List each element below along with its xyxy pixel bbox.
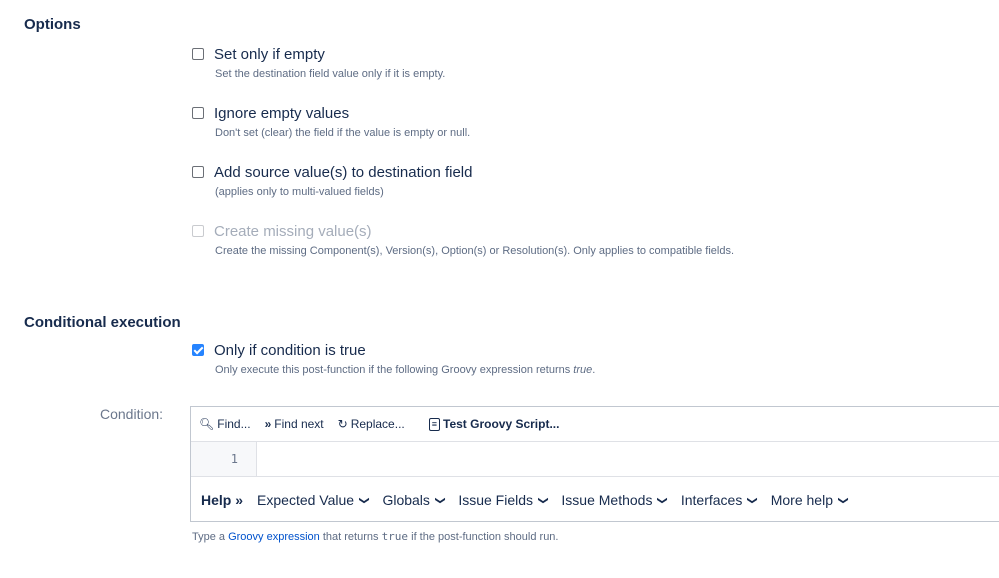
double-chevron-right-icon: » <box>264 417 272 431</box>
groovy-expression-link[interactable]: Groovy expression <box>228 531 320 543</box>
find-label: Find... <box>217 417 251 431</box>
add-source-values-label[interactable]: Add source value(s) to destination field <box>214 164 472 181</box>
set-only-if-empty-desc: Set the destination field value only if … <box>215 68 446 80</box>
set-only-if-empty-checkbox[interactable] <box>192 48 204 60</box>
replace-icon: ↻ <box>337 417 348 431</box>
interfaces-label: Interfaces <box>680 492 743 508</box>
interfaces-menu[interactable]: Interfaces ❯ <box>680 492 759 508</box>
editor-toolbar: 🔍︎ Find... » Find next ↻ Replace... ≡ Te… <box>191 407 999 442</box>
option-create-missing-values: Create missing value(s) Create the missi… <box>192 221 734 257</box>
create-missing-values-label: Create missing value(s) <box>214 222 372 240</box>
set-only-if-empty-label[interactable]: Set only if empty <box>214 46 325 63</box>
option-only-if-condition: Only if condition is true Only execute t… <box>192 340 595 376</box>
search-icon: 🔍︎ <box>199 417 215 431</box>
condition-help-text: Type a Groovy expression that returns tr… <box>192 530 559 543</box>
create-missing-values-desc: Create the missing Component(s), Version… <box>215 245 735 257</box>
help-label: Help <box>201 492 232 508</box>
desc-suffix: . <box>592 364 596 376</box>
only-if-condition-label[interactable]: Only if condition is true <box>214 342 366 359</box>
footnote-middle: that returns <box>319 531 382 543</box>
conditional-execution-title: Conditional execution <box>24 314 181 331</box>
chevron-down-icon: ❯ <box>434 495 446 505</box>
footnote-suffix: if the post-function should run. <box>408 531 559 543</box>
add-source-values-checkbox[interactable] <box>192 166 204 178</box>
find-next-label: Find next <box>274 417 324 431</box>
more-help-label: More help <box>770 492 833 508</box>
find-next-button[interactable]: » Find next <box>265 417 324 431</box>
find-button[interactable]: 🔍︎ Find... <box>199 417 251 431</box>
desc-italic: true <box>573 364 593 376</box>
expected-value-menu[interactable]: Expected Value ❯ <box>257 492 370 508</box>
issue-fields-menu[interactable]: Issue Fields ❯ <box>458 492 549 508</box>
more-help-menu[interactable]: More help ❯ <box>770 492 849 508</box>
replace-button[interactable]: ↻ Replace... <box>338 417 405 431</box>
condition-label: Condition: <box>100 406 164 422</box>
expected-value-label: Expected Value <box>257 492 355 508</box>
footnote-code: true <box>381 530 409 543</box>
globals-label: Globals <box>382 492 430 508</box>
option-add-source-values: Add source value(s) to destination field… <box>192 162 472 198</box>
code-area: 1 <box>191 442 999 477</box>
line-number: 1 <box>191 442 257 476</box>
help-toggle[interactable]: Help » <box>201 492 243 508</box>
chevron-down-icon: ❯ <box>537 495 549 505</box>
ignore-empty-values-desc: Don't set (clear) the field if the value… <box>215 127 471 139</box>
test-groovy-script-button[interactable]: ≡ Test Groovy Script... <box>428 417 560 431</box>
options-title: Options <box>24 16 81 33</box>
issue-fields-label: Issue Fields <box>458 492 534 508</box>
chevron-down-icon: ❯ <box>837 495 849 505</box>
code-input[interactable] <box>257 442 999 476</box>
chevron-down-icon: ❯ <box>747 495 759 505</box>
issue-methods-label: Issue Methods <box>561 492 653 508</box>
globals-menu[interactable]: Globals ❯ <box>382 492 446 508</box>
only-if-condition-checkbox[interactable] <box>192 344 204 356</box>
help-bar: Help » Expected Value ❯ Globals ❯ Issue Fi… <box>191 477 999 523</box>
desc-prefix: Only execute this post-function if the f… <box>215 364 574 376</box>
ignore-empty-values-checkbox[interactable] <box>192 107 204 119</box>
option-ignore-empty-values: Ignore empty values Don't set (clear) th… <box>192 103 470 139</box>
double-chevron-right-icon: » <box>235 492 244 508</box>
chevron-down-icon: ❯ <box>657 495 669 505</box>
footnote-prefix: Type a <box>192 531 229 543</box>
add-source-values-desc: (applies only to multi-valued fields) <box>215 186 384 198</box>
create-missing-values-checkbox <box>192 225 204 237</box>
only-if-condition-desc: Only execute this post-function if the f… <box>192 364 595 376</box>
replace-label: Replace... <box>350 417 405 431</box>
test-groovy-script-label: Test Groovy Script... <box>443 417 560 431</box>
test-script-icon: ≡ <box>428 417 440 431</box>
ignore-empty-values-label[interactable]: Ignore empty values <box>214 105 349 122</box>
issue-methods-menu[interactable]: Issue Methods ❯ <box>561 492 669 508</box>
groovy-editor: 🔍︎ Find... » Find next ↻ Replace... ≡ Te… <box>190 406 999 522</box>
chevron-down-icon: ❯ <box>358 495 370 505</box>
option-set-only-if-empty: Set only if empty Set the destination fi… <box>192 44 445 80</box>
